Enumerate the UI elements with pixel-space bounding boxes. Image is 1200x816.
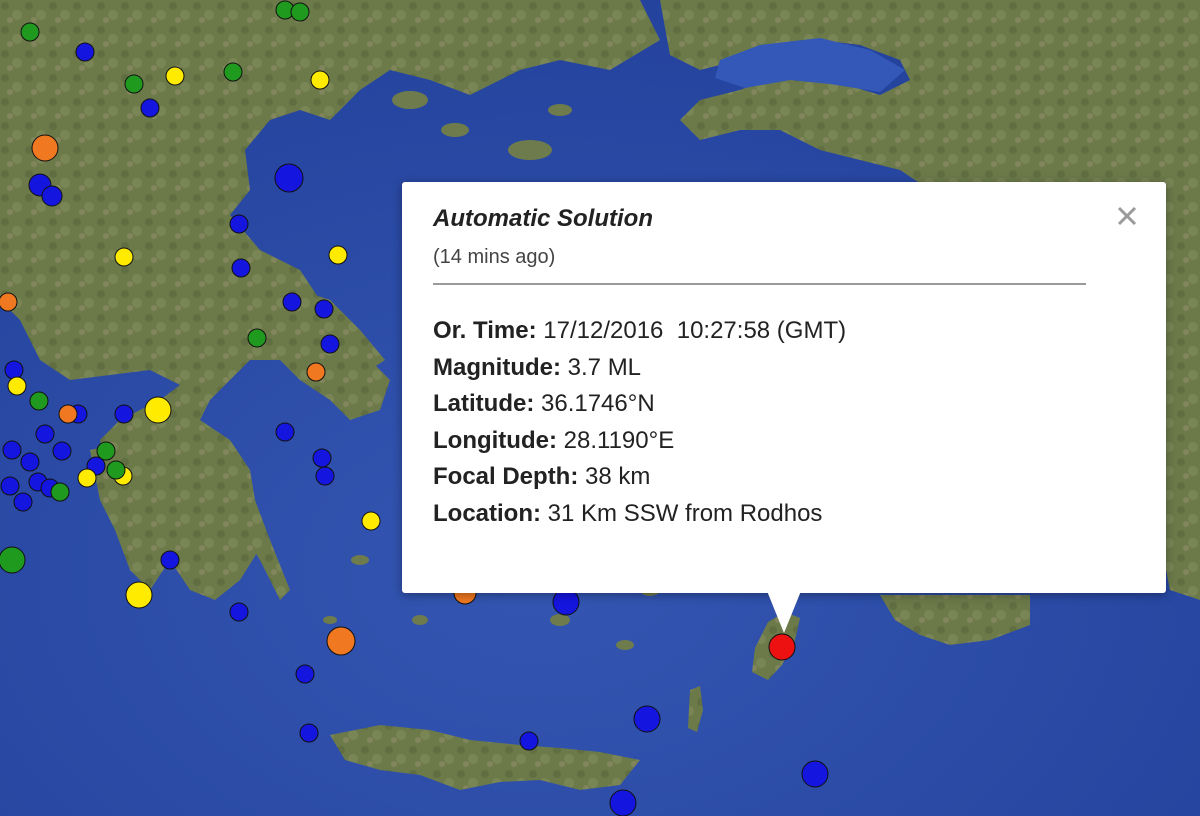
earthquake-marker-blue[interactable] xyxy=(275,422,295,442)
earthquake-marker-blue[interactable] xyxy=(312,448,332,468)
earthquake-marker-blue[interactable] xyxy=(519,731,539,751)
earthquake-marker-green[interactable] xyxy=(96,441,116,461)
info-window-title: Automatic Solution xyxy=(433,205,653,232)
info-window-time-ago: (14 mins ago) xyxy=(433,246,556,268)
earthquake-marker-orange[interactable] xyxy=(326,626,356,656)
earthquake-marker-yellow[interactable] xyxy=(77,468,97,488)
earthquake-marker-blue[interactable] xyxy=(229,214,249,234)
earthquake-marker-blue[interactable] xyxy=(231,258,251,278)
longitude-value: 28.1190°E xyxy=(563,426,675,454)
location-row: Location: 31 Km SSW from Rodhos xyxy=(433,496,1166,533)
magnitude-label: Magnitude: xyxy=(433,353,561,381)
earthquake-marker-blue[interactable] xyxy=(633,705,661,733)
earthquake-marker-blue[interactable] xyxy=(140,98,160,118)
earthquake-marker-green[interactable] xyxy=(29,391,49,411)
latitude-row: Latitude: 36.1746°N xyxy=(433,386,1166,423)
earthquake-marker-blue[interactable] xyxy=(114,404,134,424)
earthquake-marker-yellow[interactable] xyxy=(310,70,330,90)
earthquake-marker-green[interactable] xyxy=(247,328,267,348)
earthquake-marker-blue[interactable] xyxy=(320,334,340,354)
earthquake-marker-yellow[interactable] xyxy=(328,245,348,265)
info-window-pointer xyxy=(767,591,801,633)
earthquake-marker-green[interactable] xyxy=(290,2,310,22)
earthquake-marker-blue[interactable] xyxy=(295,664,315,684)
magnitude-value: 3.7 ML xyxy=(567,353,642,381)
earthquake-marker-blue[interactable] xyxy=(801,760,829,788)
earthquake-marker-blue[interactable] xyxy=(35,424,55,444)
earthquake-marker-green[interactable] xyxy=(124,74,144,94)
earthquake-marker-blue[interactable] xyxy=(52,441,72,461)
earthquake-marker-blue[interactable] xyxy=(229,602,249,622)
earthquake-marker-yellow[interactable] xyxy=(361,511,381,531)
origin-time-row: Or. Time: 17/12/2016 10:27:58 (GMT) xyxy=(433,313,1166,350)
earthquake-marker-green[interactable] xyxy=(0,546,26,574)
origin-time-value: 17/12/2016 10:27:58 (GMT) xyxy=(543,317,847,344)
location-value: 31 Km SSW from Rodhos xyxy=(547,499,823,527)
earthquake-marker-orange[interactable] xyxy=(306,362,326,382)
earthquake-marker-blue[interactable] xyxy=(274,163,304,193)
earthquake-marker-blue[interactable] xyxy=(609,789,637,816)
earthquake-marker-blue[interactable] xyxy=(0,476,20,496)
earthquake-marker-yellow[interactable] xyxy=(165,66,185,86)
latitude-value: 36.1746°N xyxy=(541,390,655,417)
earthquake-marker-orange[interactable] xyxy=(58,404,78,424)
earthquake-marker-blue[interactable] xyxy=(315,466,335,486)
earthquake-marker-green[interactable] xyxy=(223,62,243,82)
earthquake-marker-blue[interactable] xyxy=(20,452,40,472)
latitude-label: Latitude: xyxy=(433,390,535,417)
earthquake-marker-orange[interactable] xyxy=(31,134,59,162)
earthquake-marker-yellow[interactable] xyxy=(125,581,153,609)
earthquake-marker-blue[interactable] xyxy=(4,360,24,380)
earthquake-marker-blue[interactable] xyxy=(299,723,319,743)
earthquake-marker-red-selected[interactable] xyxy=(768,633,796,661)
earthquake-marker-blue[interactable] xyxy=(75,42,95,62)
focal-depth-value: 38 km xyxy=(585,463,651,490)
earthquake-marker-yellow[interactable] xyxy=(114,247,134,267)
origin-time-label: Or. Time: xyxy=(433,317,537,344)
earthquake-marker-blue[interactable] xyxy=(13,492,33,512)
earthquake-marker-yellow[interactable] xyxy=(144,396,172,424)
earthquake-marker-orange[interactable] xyxy=(0,292,18,312)
earthquake-marker-green[interactable] xyxy=(106,460,126,480)
info-window-divider xyxy=(433,283,1086,285)
focal-depth-label: Focal Depth: xyxy=(433,463,579,490)
earthquake-marker-blue[interactable] xyxy=(2,440,22,460)
focal-depth-row: Focal Depth: 38 km xyxy=(433,459,1166,496)
close-icon[interactable] xyxy=(1112,201,1142,231)
earthquake-marker-blue[interactable] xyxy=(160,550,180,570)
earthquake-marker-blue[interactable] xyxy=(41,185,63,207)
longitude-row: Longitude: 28.1190°E xyxy=(433,423,1166,460)
magnitude-row: Magnitude: 3.7 ML xyxy=(433,350,1166,387)
earthquake-marker-blue[interactable] xyxy=(282,292,302,312)
earthquake-marker-green[interactable] xyxy=(50,482,70,502)
earthquake-marker-blue[interactable] xyxy=(314,299,334,319)
earthquake-marker-green[interactable] xyxy=(20,22,40,42)
earthquake-info-window: Automatic Solution (14 mins ago) Or. Tim… xyxy=(402,182,1166,593)
location-label: Location: xyxy=(433,499,541,527)
longitude-label: Longitude: xyxy=(433,426,557,454)
earthquake-marker-yellow[interactable] xyxy=(7,376,27,396)
